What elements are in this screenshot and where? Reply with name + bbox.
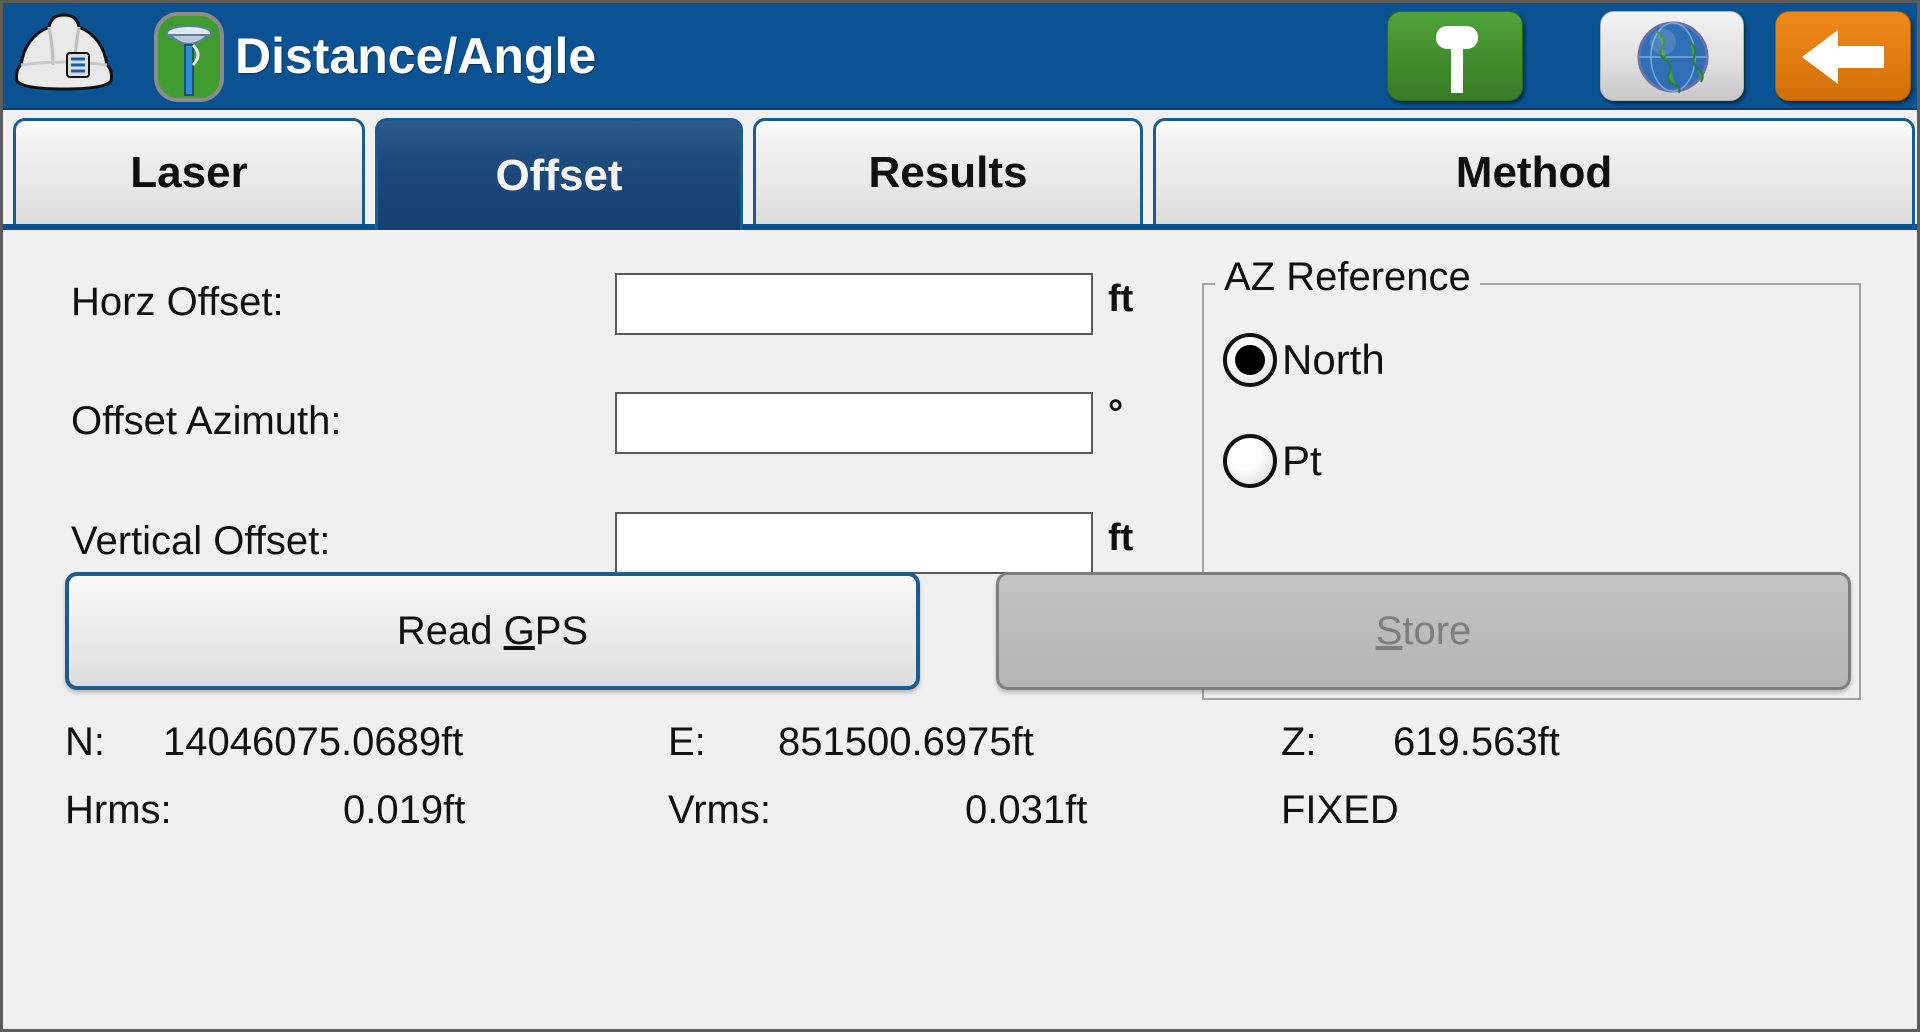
app-window: Distance/Angle Laser Offset Results Meth… [0,0,1920,1032]
vertical-offset-input[interactable] [615,512,1093,574]
arrow-left-icon [1802,30,1884,84]
antenna-pole-icon [1436,26,1478,93]
elevation-value: 619.563ft [1393,720,1560,764]
tab-method-label: Method [1455,147,1613,197]
az-reference-option-pt-label: Pt [1282,437,1322,484]
tab-offset-label: Offset [495,150,623,200]
northing-value: 14046075.0689ft [163,720,464,764]
radio-filled-icon [1223,333,1277,387]
gps-rover-icon [153,11,225,103]
offset-panel: Horz Offset: ft Offset Azimuth: ° Vertic… [3,230,1917,1029]
radio-empty-icon [1223,434,1277,488]
globe-icon [1637,21,1709,94]
horz-offset-unit: ft [1108,278,1134,320]
vertical-offset-label: Vertical Offset: [71,519,331,563]
map-globe-button[interactable] [1600,11,1744,101]
horz-offset-label: Horz Offset: [71,280,284,324]
store-button[interactable]: Store [996,572,1851,690]
tab-results-label: Results [868,147,1028,197]
az-reference-option-pt[interactable]: Pt [1223,434,1322,488]
title-bar: Distance/Angle [3,3,1917,110]
vrms-label: Vrms: [668,788,771,832]
az-reference-option-north[interactable]: North [1223,333,1385,387]
az-reference-option-north-label: North [1282,336,1385,383]
page-title: Distance/Angle [235,27,597,84]
easting-value: 851500.6975ft [778,720,1034,764]
vrms-value: 0.031ft [965,788,1088,832]
read-gps-button[interactable]: Read GPS [65,572,920,690]
hrms-value: 0.019ft [343,788,466,832]
vertical-offset-unit: ft [1108,517,1134,559]
gps-status-readout: N: 14046075.0689ft E: 851500.6975ft Z: 6… [3,720,1917,850]
back-button[interactable] [1775,11,1911,101]
offset-azimuth-unit: ° [1108,393,1124,435]
offset-azimuth-label: Offset Azimuth: [71,399,342,443]
northing-label: N: [65,720,105,764]
gps-rover-button[interactable] [1387,11,1523,101]
hrms-label: Hrms: [65,788,172,832]
read-gps-button-label: Read GPS [396,608,589,653]
horz-offset-input[interactable] [615,273,1093,335]
tab-offset[interactable]: Offset [375,118,743,230]
tab-results[interactable]: Results [753,118,1143,224]
fix-status-badge: FIXED [1281,788,1399,832]
easting-label: E: [668,720,706,764]
az-reference-title: AZ Reference [1215,255,1480,300]
tab-laser-label: Laser [130,147,248,197]
elevation-label: Z: [1281,720,1317,764]
tab-bar: Laser Offset Results Method [3,110,1917,230]
hard-hat-icon [9,9,119,101]
tab-method[interactable]: Method [1153,118,1915,224]
store-button-label: Store [1375,608,1472,653]
tab-laser[interactable]: Laser [13,118,365,224]
offset-azimuth-input[interactable] [615,392,1093,454]
